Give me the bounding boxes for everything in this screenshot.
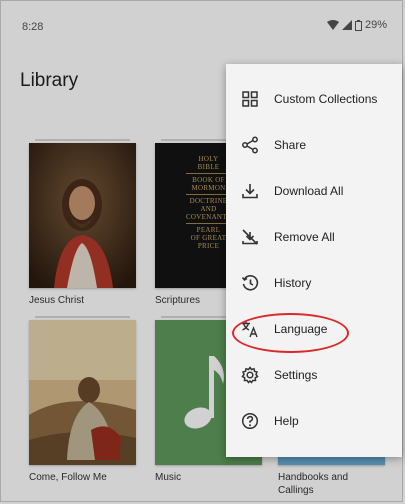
menu-item-custom-collections[interactable]: Custom Collections [226,76,402,122]
remove-download-icon [240,227,260,247]
share-icon [240,135,260,155]
settings-icon [240,365,260,385]
download-icon [240,181,260,201]
menu-item-download-all[interactable]: Download All [226,168,402,214]
menu-item-label: Share [274,138,307,152]
menu-item-settings[interactable]: Settings [226,352,402,398]
menu-item-history[interactable]: History [226,260,402,306]
menu-item-share[interactable]: Share [226,122,402,168]
menu-item-help[interactable]: Help [226,398,402,444]
menu-item-label: Custom Collections [274,92,378,106]
menu-item-label: Help [274,414,299,428]
overflow-menu: Custom Collections Share Download All Re… [226,64,402,457]
menu-item-label: Settings [274,368,318,382]
history-icon [240,273,260,293]
menu-item-label: Remove All [274,230,335,244]
menu-item-label: Download All [274,184,344,198]
help-icon [240,411,260,431]
grid-icon [240,89,260,109]
language-highlight-annotation [232,313,349,353]
menu-item-label: History [274,276,312,290]
menu-item-remove-all[interactable]: Remove All [226,214,402,260]
